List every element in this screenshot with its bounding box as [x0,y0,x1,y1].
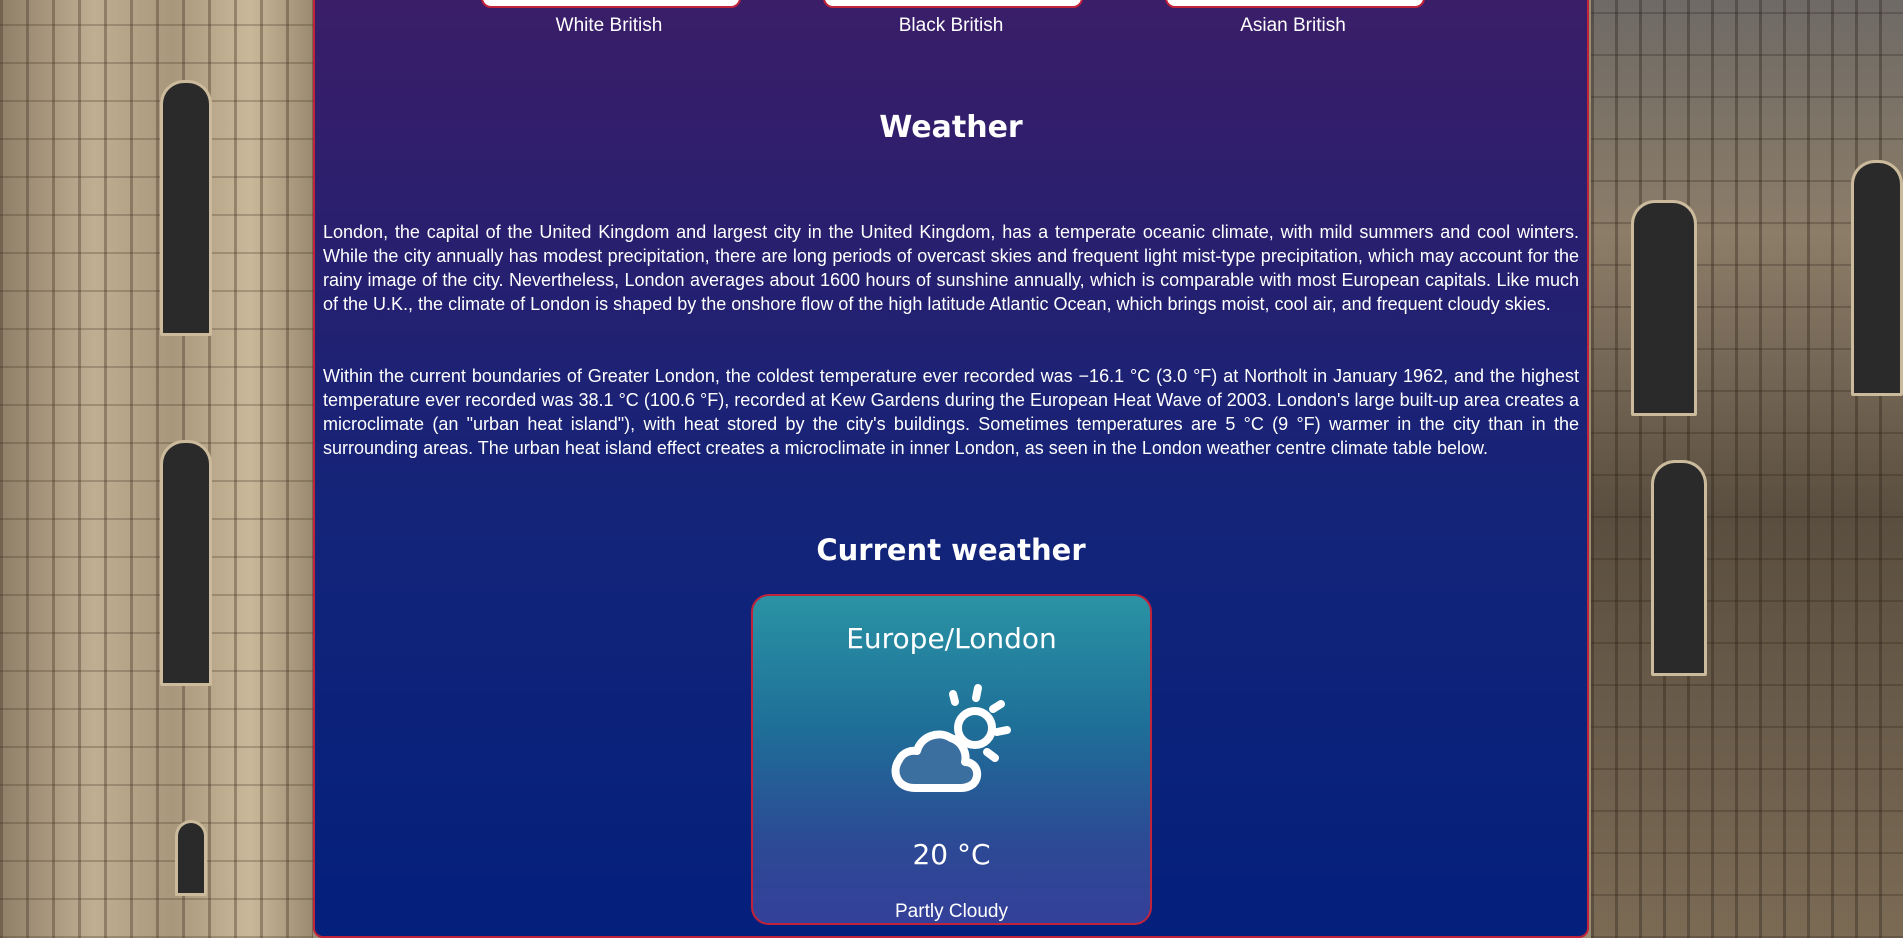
building-window [175,820,207,896]
ethnic-card-black-british[interactable] [823,0,1083,8]
ethnic-label-white-british: White British [555,15,663,36]
current-weather-card: Europe/London 20 °C Partly Cloudy [751,594,1152,925]
partly-cloudy-icon [883,680,1023,800]
ethnic-label-asian-british: Asian British [1240,15,1346,36]
building-window [160,440,212,686]
background-building-left [0,0,313,938]
ethnic-card-white-british[interactable] [481,0,741,8]
weather-temperature: 20 °C [912,838,991,871]
weather-paragraph-climate: London, the capital of the United Kingdo… [323,222,1579,314]
weather-city: Europe/London [846,622,1057,655]
building-window [160,80,212,336]
current-weather-heading: Current weather [816,533,1086,567]
weather-heading: Weather [879,110,1023,145]
ethnic-label-black-british: Black British [898,15,1004,36]
weather-paragraph-records: Within the current boundaries of Greater… [323,366,1579,458]
background-building-right [1591,0,1903,938]
building-window [1631,200,1697,416]
weather-condition: Partly Cloudy [895,901,1008,922]
building-window [1651,460,1707,676]
building-window [1851,160,1903,396]
ethnic-card-asian-british[interactable] [1165,0,1425,8]
